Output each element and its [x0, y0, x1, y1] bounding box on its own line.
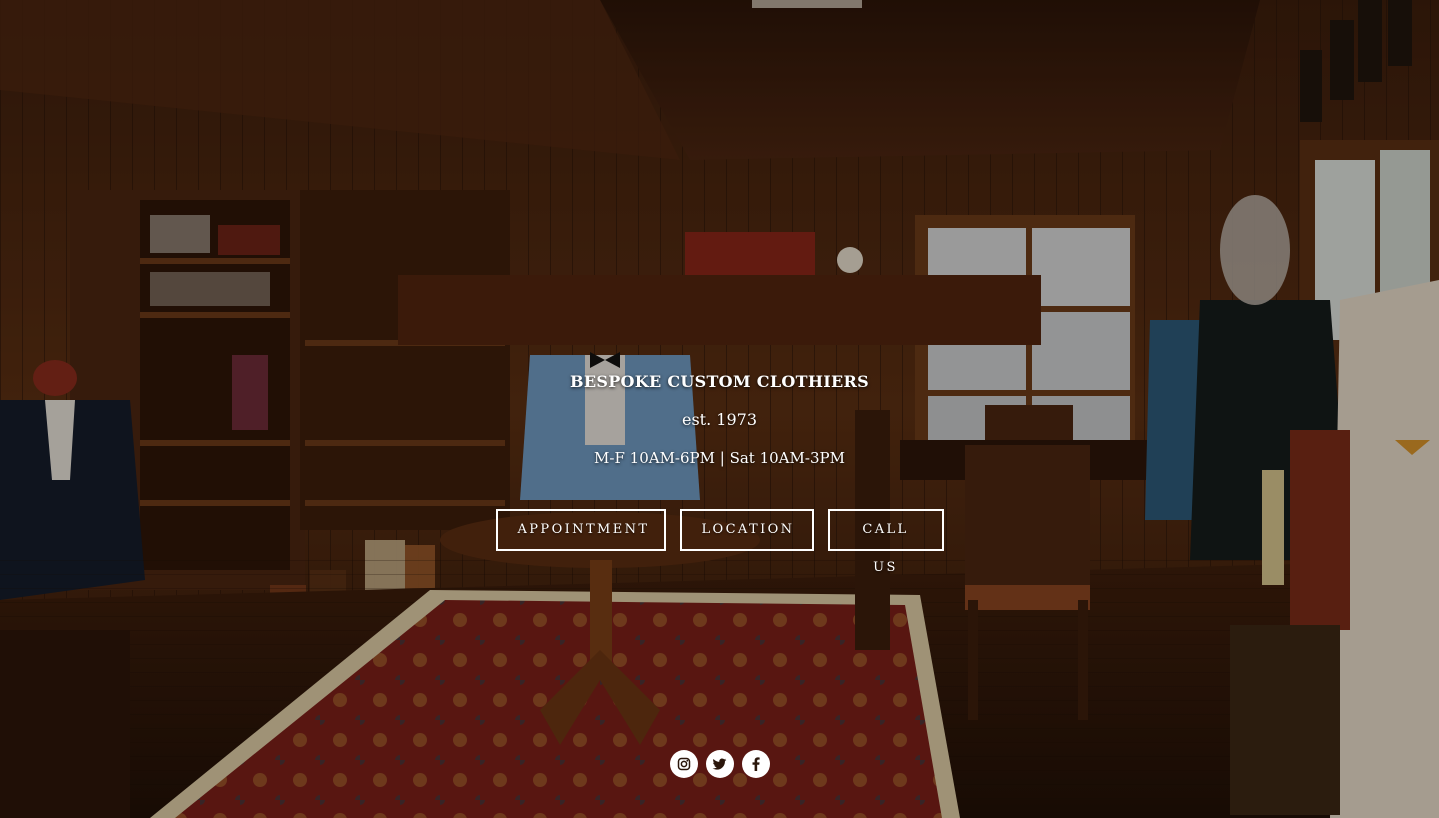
twitter-icon — [712, 757, 727, 770]
established-year: est. 1973 — [682, 410, 757, 429]
appointment-button[interactable]: APPOINTMENT — [495, 509, 666, 551]
twitter-link[interactable] — [705, 750, 734, 778]
action-buttons: APPOINTMENT LOCATION CALL US — [0, 509, 1439, 575]
hero-info: BESPOKE CUSTOM CLOTHIERS est. 1973 M-F 1… — [0, 368, 1439, 472]
call-us-button[interactable]: CALL US — [827, 509, 944, 575]
instagram-icon — [677, 757, 690, 771]
business-name: BESPOKE CUSTOM CLOTHIERS — [570, 372, 869, 391]
facebook-icon — [752, 757, 760, 771]
facebook-link[interactable] — [741, 750, 770, 778]
logo-placeholder — [398, 275, 1041, 345]
landing-page: BESPOKE CUSTOM CLOTHIERS est. 1973 M-F 1… — [0, 0, 1439, 818]
business-hours: M-F 10AM-6PM | Sat 10AM-3PM — [594, 449, 845, 467]
location-button[interactable]: LOCATION — [679, 509, 814, 551]
instagram-link[interactable] — [669, 750, 698, 778]
social-links — [0, 750, 1439, 778]
